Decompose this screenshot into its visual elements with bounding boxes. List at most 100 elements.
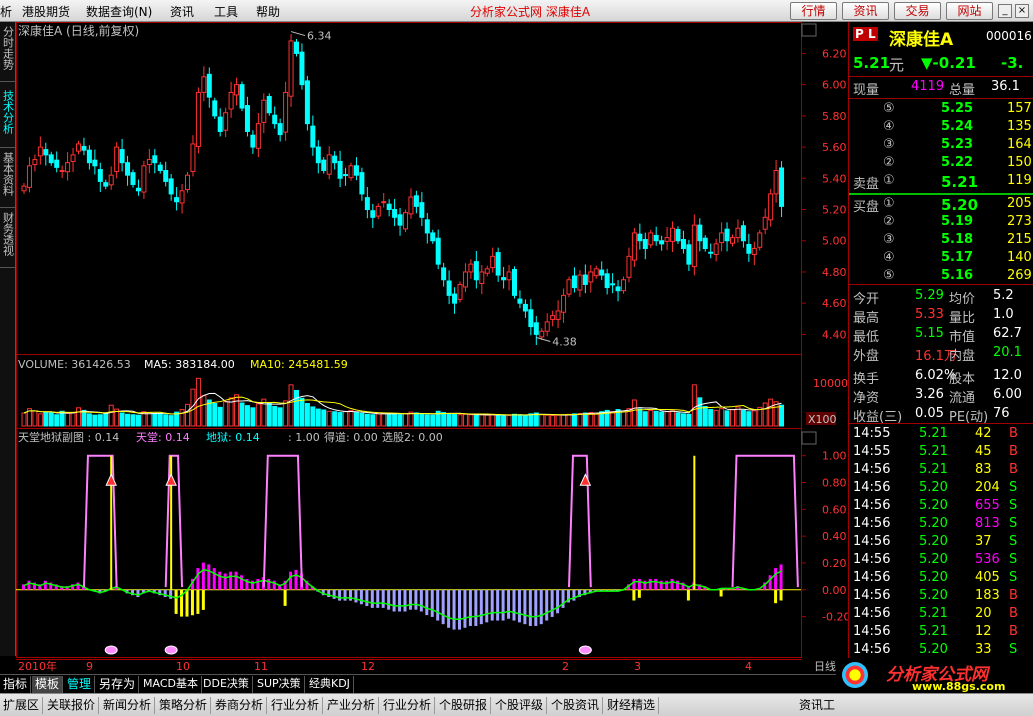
ext-extension-area[interactable]: 扩展区 [0,697,44,714]
website-button[interactable]: 网站 [946,2,993,20]
candle-body [610,283,616,286]
minimize-icon[interactable]: _ [998,4,1012,18]
ext-stock-rating[interactable]: 个股评级 [492,697,548,714]
candle-body [512,268,517,296]
tick-price: 5.20 [919,480,948,495]
candle-body [174,197,180,203]
volume-bar [283,400,289,427]
indicator-neg-bar [779,589,783,601]
tab-indicator[interactable]: 指标 [0,676,32,693]
indicator-bar [332,589,336,599]
candle-body [408,196,414,215]
tab-save-as[interactable]: 另存为 [96,676,140,693]
tab-dde[interactable]: DDE决策 [200,676,253,693]
trade-button[interactable]: 交易 [894,2,941,20]
candle-body [288,40,294,97]
indicator-bar [212,568,216,590]
ext-strategy-analysis[interactable]: 策略分析 [156,697,212,714]
tick-price: 5.21 [919,624,948,639]
tick-time: 14:56 [853,462,891,477]
stock-code: 000016 [986,29,1032,43]
bid-volume: 215 [1007,232,1032,247]
tab-manage[interactable]: 管理 [64,676,96,693]
candle-body [294,41,299,54]
ext-stock-research[interactable]: 个股研报 [436,697,492,714]
stat-label: 流通 [949,391,976,406]
volume-bar [670,410,676,427]
volume-bar [762,402,768,427]
close-icon[interactable]: × [1015,4,1029,18]
ext-industry-analysis-2[interactable]: 行业分析 [380,697,436,714]
time-label-sep: 9 [86,660,93,673]
volume-bar [664,411,670,427]
indicator-neg-bar [190,589,194,616]
volume-bar [277,407,283,427]
volume-bar [413,412,419,427]
candle-body [179,190,185,204]
volume-bar [686,413,692,427]
price-tick-label: 5.00 [822,235,847,248]
menu-item-data-query[interactable]: 数据查询(N) [86,3,152,20]
ext-industry-analysis[interactable]: 行业分析 [268,697,324,714]
indicator-neg-bar [283,589,287,606]
indicator-tick-label: 0.40 [822,530,847,543]
price-unit: 元 [889,56,905,74]
period-label[interactable]: 日线 [814,659,836,673]
ext-sector-analysis[interactable]: 产业分析 [324,697,380,714]
candle-body [299,51,305,86]
bid-price: 5.18 [941,232,974,247]
price-tick-label: 5.60 [822,141,847,154]
volume-bar [86,413,92,427]
menu-item-analysis[interactable]: 析 [0,3,12,20]
candle-body [550,315,556,320]
candle-body [680,238,686,250]
ext-news-tools[interactable]: 资讯工 [796,697,838,714]
tab-financials[interactable]: 财务透视 [0,210,15,268]
indicator-bar [414,589,418,610]
tab-technical[interactable]: 技术分析 [0,88,15,148]
tab-intraday[interactable]: 分时走势 [0,24,15,82]
pl-badge[interactable]: P L [853,27,878,41]
candle-body [403,212,408,230]
candle-body [751,248,757,255]
indicator-bar [545,589,549,621]
tab-fundamentals[interactable]: 基本资料 [0,150,15,208]
candle-body [223,112,229,131]
menu-item-hk-futures[interactable]: 港股期货 [22,3,70,20]
indicator-bar [43,580,47,590]
tick-row: 14:56 5.20 655 S [849,498,1033,516]
tab-sup[interactable]: SUP决策 [254,676,305,693]
ext-finance-picks[interactable]: 财经精选 [604,697,660,714]
news-button[interactable]: 资讯 [842,2,889,20]
candle-body [266,95,272,114]
tab-kdj[interactable]: 经典KDJ [306,676,354,693]
menu-item-news[interactable]: 资讯 [170,3,194,20]
tick-volume: 405 [975,570,1000,585]
ext-stock-news[interactable]: 个股资讯 [548,697,604,714]
ask-row: 卖盘 ① 5.21 119 [849,173,1033,192]
ext-related-quote[interactable]: 关联报价 [44,697,100,714]
menu-item-tools[interactable]: 工具 [214,3,238,20]
chart-area[interactable]: 深康佳A (日线,前复权) 6.20 6.00 5.80 5.60 5.40 5.20 5.… [16,22,848,674]
ext-news-analysis[interactable]: 新闻分析 [100,697,156,714]
tick-row: 14:55 5.21 45 B [849,444,1033,462]
ask-row: ③ 5.23 164 [849,137,1033,155]
volume-bar [577,412,583,427]
tick-row: 14:56 5.20 183 B [849,588,1033,606]
ext-broker-analysis[interactable]: 券商分析 [212,697,268,714]
volume-bar [337,412,343,427]
indicator-bar [223,573,227,590]
indicator-bar [452,589,456,630]
tab-macd[interactable]: MACD基本 [140,676,202,693]
tab-template[interactable]: 模板 [32,676,64,693]
volume-bar [70,412,76,427]
candle-body [114,146,120,172]
indicator-bar [517,589,521,623]
bid-row: ④ 5.17 140 [849,250,1033,268]
indicator-bar [359,589,363,605]
candle-body [26,165,32,188]
quote-button[interactable]: 行情 [790,2,837,20]
menu-item-help[interactable]: 帮助 [256,3,280,20]
indicator-bar [496,589,500,621]
candle-body [664,237,670,242]
